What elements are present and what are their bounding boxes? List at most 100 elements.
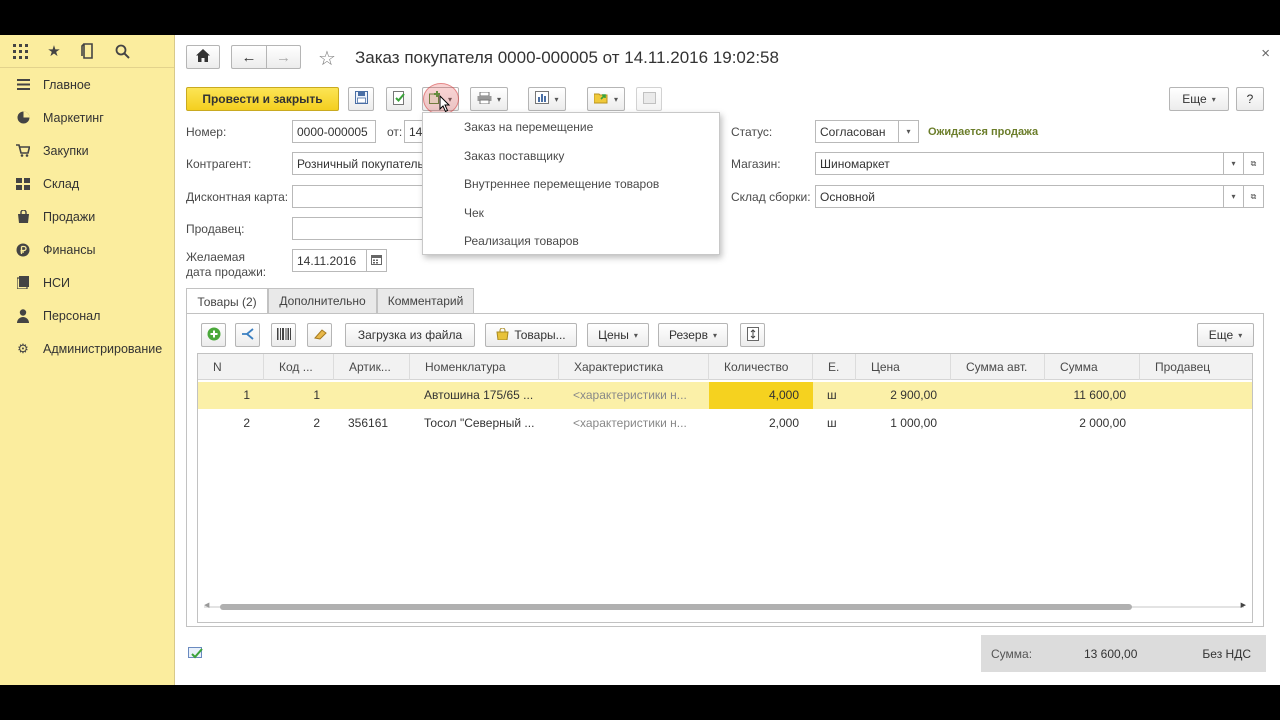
col-header-code[interactable]: Код ... — [264, 354, 334, 380]
sidebar-item-label: Финансы — [43, 242, 96, 257]
number-label: Номер: — [186, 125, 227, 139]
counterparty-label: Контрагент: — [186, 157, 252, 171]
status-note: Ожидается продажа — [928, 126, 1039, 138]
sidebar-item-main[interactable]: Главное — [0, 68, 174, 101]
apps-grid-icon[interactable] — [10, 41, 30, 61]
col-header-item[interactable]: Номенклатура — [410, 354, 559, 380]
cell-n: 2 — [243, 416, 250, 430]
close-icon[interactable]: × — [1261, 45, 1270, 62]
status-dropdown-button[interactable]: ▾ — [899, 120, 919, 143]
goods-table: N Код ... Артик... Номенклатура Характер… — [197, 353, 1253, 623]
structure-button[interactable] — [636, 87, 662, 111]
sidebar-item-administration[interactable]: ⚙ Администрирование — [0, 332, 174, 365]
eraser-button[interactable] — [307, 323, 332, 347]
col-header-auto-sum[interactable]: Сумма авт. — [951, 354, 1045, 380]
sidebar-item-finance[interactable]: Финансы — [0, 233, 174, 266]
tab-additional[interactable]: Дополнительно — [268, 288, 377, 313]
col-header-seller[interactable]: Продавец — [1140, 354, 1252, 380]
forward-button[interactable]: → — [266, 45, 301, 69]
sidebar-item-marketing[interactable]: Маркетинг — [0, 101, 174, 134]
col-header-n[interactable]: N — [198, 354, 264, 380]
favorite-star-icon[interactable]: ☆ — [318, 46, 336, 71]
scroll-thumb[interactable] — [220, 604, 1132, 610]
desired-date-field[interactable]: 14.11.2016 — [292, 249, 367, 272]
menu-item-transfer-order[interactable]: Заказ на перемещение — [423, 113, 719, 142]
sidebar-menu: Главное Маркетинг Закупки Склад Продажи … — [0, 68, 174, 365]
sum-value: 13 600,00 — [1084, 647, 1138, 661]
split-row-button[interactable] — [235, 323, 260, 347]
col-header-unit[interactable]: Е. — [813, 354, 856, 380]
sidebar-item-personnel[interactable]: Персонал — [0, 299, 174, 332]
reserve-button[interactable]: Резерв ▾ — [658, 323, 728, 347]
col-header-sum[interactable]: Сумма — [1045, 354, 1140, 380]
tab-label: Комментарий — [387, 294, 464, 308]
prices-button[interactable]: Цены ▾ — [587, 323, 649, 347]
counterparty-field[interactable]: Розничный покупатель — [292, 152, 432, 175]
post-button[interactable] — [386, 87, 412, 111]
col-header-article[interactable]: Артик... — [334, 354, 410, 380]
history-icon[interactable] — [78, 41, 98, 61]
tab-comment[interactable]: Комментарий — [377, 288, 474, 313]
assembly-warehouse-field[interactable]: Основной — [815, 185, 1224, 208]
table-row[interactable]: 2 2 356161 Тосол "Северный ... <характер… — [198, 410, 1252, 437]
desired-date-label: Желаемая — [186, 250, 245, 264]
cell-n: 1 — [243, 388, 250, 402]
cell-characteristic: <характеристики н... — [573, 388, 687, 402]
horizontal-scrollbar[interactable]: ◀ ▶ — [204, 601, 1246, 610]
barcode-button[interactable] — [271, 323, 296, 347]
document-form: ← → ☆ Заказ покупателя 0000-000005 от 14… — [176, 35, 1280, 685]
post-and-close-button[interactable]: Провести и закрыть — [186, 87, 339, 111]
load-from-file-button[interactable]: Загрузка из файла — [345, 323, 475, 347]
cell-sum: 11 600,00 — [1073, 388, 1127, 402]
cell-quantity[interactable]: 4,000 — [709, 382, 813, 409]
col-header-quantity[interactable]: Количество — [709, 354, 813, 380]
chevron-down-icon: ▾ — [1211, 94, 1216, 104]
export-button[interactable]: ▾ — [587, 87, 625, 111]
seller-field[interactable] — [292, 217, 432, 240]
reports-button[interactable]: ▾ — [528, 87, 566, 111]
calendar-button[interactable] — [367, 249, 387, 272]
home-button[interactable] — [186, 45, 220, 69]
scroll-right-icon[interactable]: ▶ — [1241, 601, 1246, 609]
sidebar-item-warehouse[interactable]: Склад — [0, 167, 174, 200]
row-height-button[interactable] — [740, 323, 765, 347]
prices-label: Цены — [598, 328, 629, 342]
menu-item-goods-sale[interactable]: Реализация товаров — [423, 227, 719, 256]
chevron-down-icon: ▾ — [1231, 159, 1236, 168]
sidebar-item-nsi[interactable]: НСИ — [0, 266, 174, 299]
help-button[interactable]: ? — [1236, 87, 1264, 111]
sidebar-item-label: НСИ — [43, 275, 71, 290]
store-dropdown-button[interactable]: ▾ — [1224, 152, 1244, 175]
sidebar-item-sales[interactable]: Продажи — [0, 200, 174, 233]
save-disk-icon — [354, 91, 368, 107]
report-icon — [535, 91, 550, 107]
save-button[interactable] — [348, 87, 374, 111]
menu-item-receipt[interactable]: Чек — [423, 199, 719, 228]
menu-item-supplier-order[interactable]: Заказ поставщику — [423, 142, 719, 171]
status-field[interactable]: Согласован — [815, 120, 899, 143]
print-button[interactable]: ▾ — [470, 87, 508, 111]
search-icon[interactable] — [112, 41, 132, 61]
store-open-button[interactable]: ⧉ — [1244, 152, 1264, 175]
menu-item-internal-transfer[interactable]: Внутреннее перемещение товаров — [423, 170, 719, 199]
tab-goods[interactable]: Товары (2) — [186, 288, 268, 314]
assembly-warehouse-dropdown-button[interactable]: ▾ — [1224, 185, 1244, 208]
goods-selection-button[interactable]: Товары... — [485, 323, 577, 347]
table-row[interactable]: 1 1 Автошина 175/65 ... <характеристики … — [198, 382, 1252, 409]
sidebar-toolbar: ★ — [0, 35, 174, 68]
back-button[interactable]: ← — [231, 45, 266, 69]
col-header-characteristic[interactable]: Характеристика — [559, 354, 709, 380]
assembly-warehouse-open-button[interactable]: ⧉ — [1244, 185, 1264, 208]
discount-card-field[interactable] — [292, 185, 432, 208]
more-button[interactable]: Еще ▾ — [1169, 87, 1229, 111]
number-field[interactable]: 0000-000005 — [292, 120, 376, 143]
add-row-button[interactable] — [201, 323, 226, 347]
favorites-star-icon[interactable]: ★ — [44, 41, 64, 61]
sidebar-item-purchases[interactable]: Закупки — [0, 134, 174, 167]
sum-label: Сумма: — [991, 647, 1033, 661]
col-header-price[interactable]: Цена — [856, 354, 951, 380]
table-more-button[interactable]: Еще ▾ — [1197, 323, 1254, 347]
gear-icon: ⚙ — [17, 340, 29, 356]
store-field[interactable]: Шиномаркет — [815, 152, 1224, 175]
scroll-left-icon[interactable]: ◀ — [204, 601, 209, 609]
